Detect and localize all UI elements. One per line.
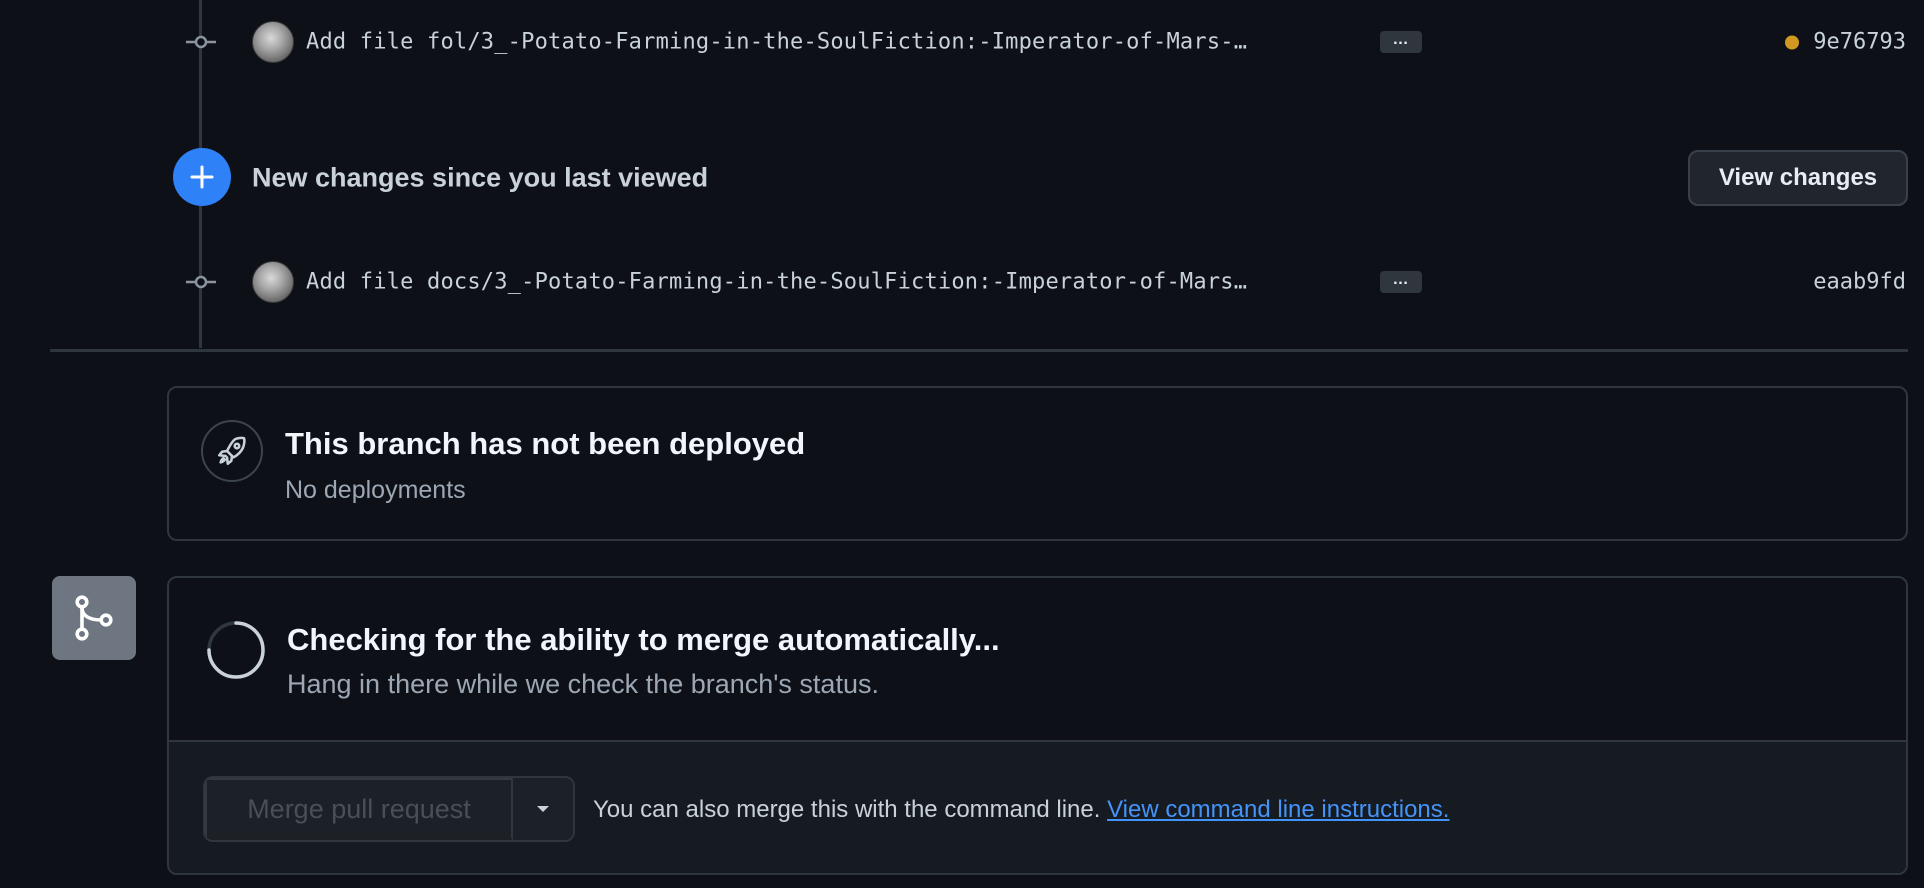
merge-hint: You can also merge this with the command… <box>593 796 1449 824</box>
pull-request-timeline: Add file fol/3_-Potato-Farming-in-the-So… <box>0 0 1924 888</box>
commit-node-icon <box>186 35 216 49</box>
commit-more-button[interactable]: … <box>1380 31 1422 53</box>
merge-status-subtitle: Hang in there while we check the branch'… <box>287 669 879 699</box>
commit-node-icon <box>186 275 216 289</box>
view-changes-button[interactable]: View changes <box>1688 150 1908 206</box>
rocket-icon <box>201 420 263 482</box>
commit-row: Add file fol/3_-Potato-Farming-in-the-So… <box>0 21 1924 63</box>
loading-spinner-icon <box>207 621 265 679</box>
commit-row: Add file docs/3_-Potato-Farming-in-the-S… <box>0 261 1924 303</box>
avatar[interactable] <box>252 261 294 303</box>
commit-more-button[interactable]: … <box>1380 271 1422 293</box>
new-changes-text: New changes since you last viewed <box>252 162 709 193</box>
triangle-down-icon <box>537 806 549 812</box>
deployment-status-box: This branch has not been deployed No dep… <box>167 386 1908 541</box>
deployment-title: This branch has not been deployed <box>285 426 806 461</box>
merge-options-dropdown[interactable] <box>513 778 573 840</box>
new-changes-row: New changes since you last viewed View c… <box>0 148 1924 208</box>
timeline-divider <box>50 349 1908 352</box>
commit-sha-link[interactable]: eaab9fd <box>1813 270 1906 295</box>
deployment-subtitle: No deployments <box>285 476 466 504</box>
merge-status-box: Checking for the ability to merge automa… <box>167 576 1908 875</box>
commit-message-link[interactable]: Add file docs/3_-Potato-Farming-in-the-S… <box>306 270 1247 295</box>
plus-icon <box>173 148 231 206</box>
merge-pull-request-button[interactable]: Merge pull request <box>205 778 513 840</box>
merge-status-header: Checking for the ability to merge automa… <box>169 578 1906 740</box>
merge-button-group: Merge pull request <box>203 776 575 842</box>
merge-hint-text: You can also merge this with the command… <box>593 795 1101 823</box>
avatar[interactable] <box>252 21 294 63</box>
commit-message-link[interactable]: Add file fol/3_-Potato-Farming-in-the-So… <box>306 30 1247 55</box>
commit-sha-group: eaab9fd <box>1813 270 1906 295</box>
commit-sha-group: 9e76793 <box>1785 30 1906 55</box>
git-merge-icon <box>52 576 136 660</box>
merge-actions: Merge pull request You can also merge th… <box>169 740 1906 873</box>
commit-sha-link[interactable]: 9e76793 <box>1813 30 1906 55</box>
merge-status-title: Checking for the ability to merge automa… <box>287 622 1000 657</box>
pending-status-dot-icon[interactable] <box>1785 35 1800 49</box>
command-line-instructions-link[interactable]: View command line instructions. <box>1107 796 1449 823</box>
